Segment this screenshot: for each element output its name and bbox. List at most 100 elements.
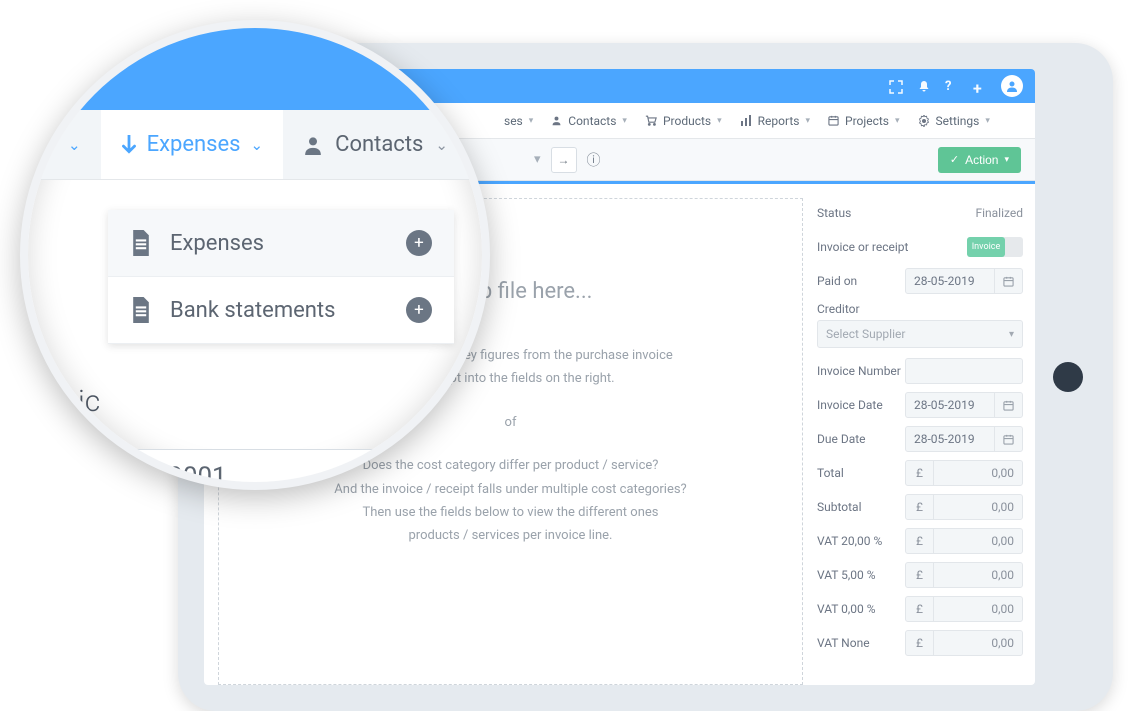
invoice-date-row: Invoice Date 28-05-2019 [817,390,1023,420]
screen: ? + ses ▾ Contacts ▾ Products ▾ [204,69,1035,685]
calendar-icon [828,115,839,126]
document-icon [130,230,152,256]
status-row: Status Finalized [817,198,1023,228]
tablet-frame: ? + ses ▾ Contacts ▾ Products ▾ [178,43,1113,711]
chevron-down-icon: ▾ [622,116,627,126]
info-icon[interactable]: ⓘ [587,150,601,170]
money-value: 0,00 [934,563,1022,587]
help-text: products / services per invoice line. [249,524,772,547]
chevron-down-icon: ▾ [895,116,900,126]
sub-toolbar: ▾ → ⓘ Action ▾ [204,139,1035,181]
invoice-number-input[interactable] [905,358,1023,384]
arrow-right-icon: → [558,153,570,167]
chart-icon [740,115,752,126]
main-nav: ses ▾ Contacts ▾ Products ▾ Reports ▾ Pr… [204,103,1035,139]
currency-symbol: £ [906,461,934,485]
nav-item-reports[interactable]: Reports ▾ [740,114,810,128]
money-label: VAT 5,00 % [817,568,876,582]
paid-on-label: Paid on [817,274,857,288]
money-row: VAT 0,00 % £ 0,00 [817,594,1023,624]
user-avatar-icon[interactable] [1001,75,1023,97]
invoice-number-label: Invoice Number [817,364,901,378]
chevron-down-icon: ▾ [1004,154,1009,165]
dropzone-title: & drop file here... [249,279,772,304]
money-label: VAT None [817,636,870,650]
help-text: tion, only enter the key figures from th… [249,344,772,367]
chevron-down-icon: ▾ [1009,329,1014,340]
chevron-down-icon: ▾ [985,116,990,126]
plus-icon[interactable]: + [973,79,987,93]
money-value: 0,00 [934,529,1022,553]
nav-item-contacts[interactable]: Contacts ▾ [551,114,627,128]
user-icon [551,115,562,126]
money-input[interactable]: £ 0,00 [905,630,1023,656]
currency-symbol: £ [906,563,934,587]
currency-symbol: £ [906,529,934,553]
invoice-date-input[interactable]: 28-05-2019 [905,392,1023,418]
money-input[interactable]: £ 0,00 [905,562,1023,588]
nav-label: ses [504,114,523,128]
invoice-date-label: Invoice Date [817,398,883,412]
fullscreen-icon[interactable] [889,79,903,93]
help-text: of [249,411,772,434]
help-text: Does the cost category differ per produc… [249,454,772,477]
topbar: ? + [204,69,1035,103]
money-row: VAT 5,00 % £ 0,00 [817,560,1023,590]
chevron-down-icon: ⌄ [68,136,81,154]
help-text: And the invoice / receipt falls under mu… [249,478,772,501]
action-button[interactable]: Action ▾ [938,147,1021,173]
arrow-down-icon [121,135,137,155]
chevron-down-icon: ▾ [805,116,810,126]
money-input[interactable]: £ 0,00 [905,494,1023,520]
chevron-down-icon: ▾ [529,116,534,126]
dropdown-caret[interactable]: ▾ [534,152,541,167]
money-row: VAT None £ 0,00 [817,628,1023,658]
help-text: or receipt into the fields on the right. [249,367,772,390]
invoice-receipt-toggle[interactable]: Invoice [967,237,1023,257]
nav-label: Contacts [568,114,616,128]
question-icon[interactable]: ? [945,79,959,93]
money-input[interactable]: £ 0,00 [905,460,1023,486]
money-value: 0,00 [934,495,1022,519]
currency-symbol: £ [906,495,934,519]
nav-label: Products [663,114,711,128]
due-date-input[interactable]: 28-05-2019 [905,426,1023,452]
calendar-icon [994,427,1022,451]
action-label: Action [965,153,998,167]
calendar-icon [994,269,1022,293]
money-row: Subtotal £ 0,00 [817,492,1023,522]
creditor-label: Creditor [817,302,1023,316]
status-value: Finalized [975,206,1023,220]
dropzone[interactable]: & drop file here... tion, only enter the… [218,198,803,685]
due-date-label: Due Date [817,432,866,446]
money-row: VAT 20,00 % £ 0,00 [817,526,1023,556]
money-input[interactable]: £ 0,00 [905,596,1023,622]
invoice-receipt-label: Invoice or receipt [817,240,908,254]
supplier-select[interactable]: Select Supplier ▾ [817,320,1023,348]
document-icon [130,297,152,323]
cart-icon [645,115,657,126]
nav-item-projects[interactable]: Projects ▾ [828,114,900,128]
money-label: VAT 0,00 % [817,602,876,616]
currency-symbol: £ [906,597,934,621]
chevron-down-icon: ▾ [717,116,722,126]
nav-item-ses[interactable]: ses ▾ [504,114,533,128]
money-label: VAT 20,00 % [817,534,882,548]
invoice-date-value: 28-05-2019 [906,398,994,412]
due-date-value: 28-05-2019 [906,432,994,446]
bell-icon[interactable] [917,79,931,93]
money-label: Subtotal [817,500,862,514]
nav-item-products[interactable]: Products ▾ [645,114,722,128]
nav-label: Projects [845,114,889,128]
nav-item-settings[interactable]: Settings ▾ [918,114,990,128]
money-input[interactable]: £ 0,00 [905,528,1023,554]
money-label: Total [817,466,844,480]
nav-label: Settings [936,114,980,128]
paid-on-input[interactable]: 28-05-2019 [905,268,1023,294]
next-button[interactable]: → [551,147,577,173]
status-label: Status [817,206,851,220]
money-value: 0,00 [934,597,1022,621]
toggle-knob: Invoice [967,237,1005,257]
money-value: 0,00 [934,631,1022,655]
content-area: & drop file here... tion, only enter the… [204,181,1035,685]
